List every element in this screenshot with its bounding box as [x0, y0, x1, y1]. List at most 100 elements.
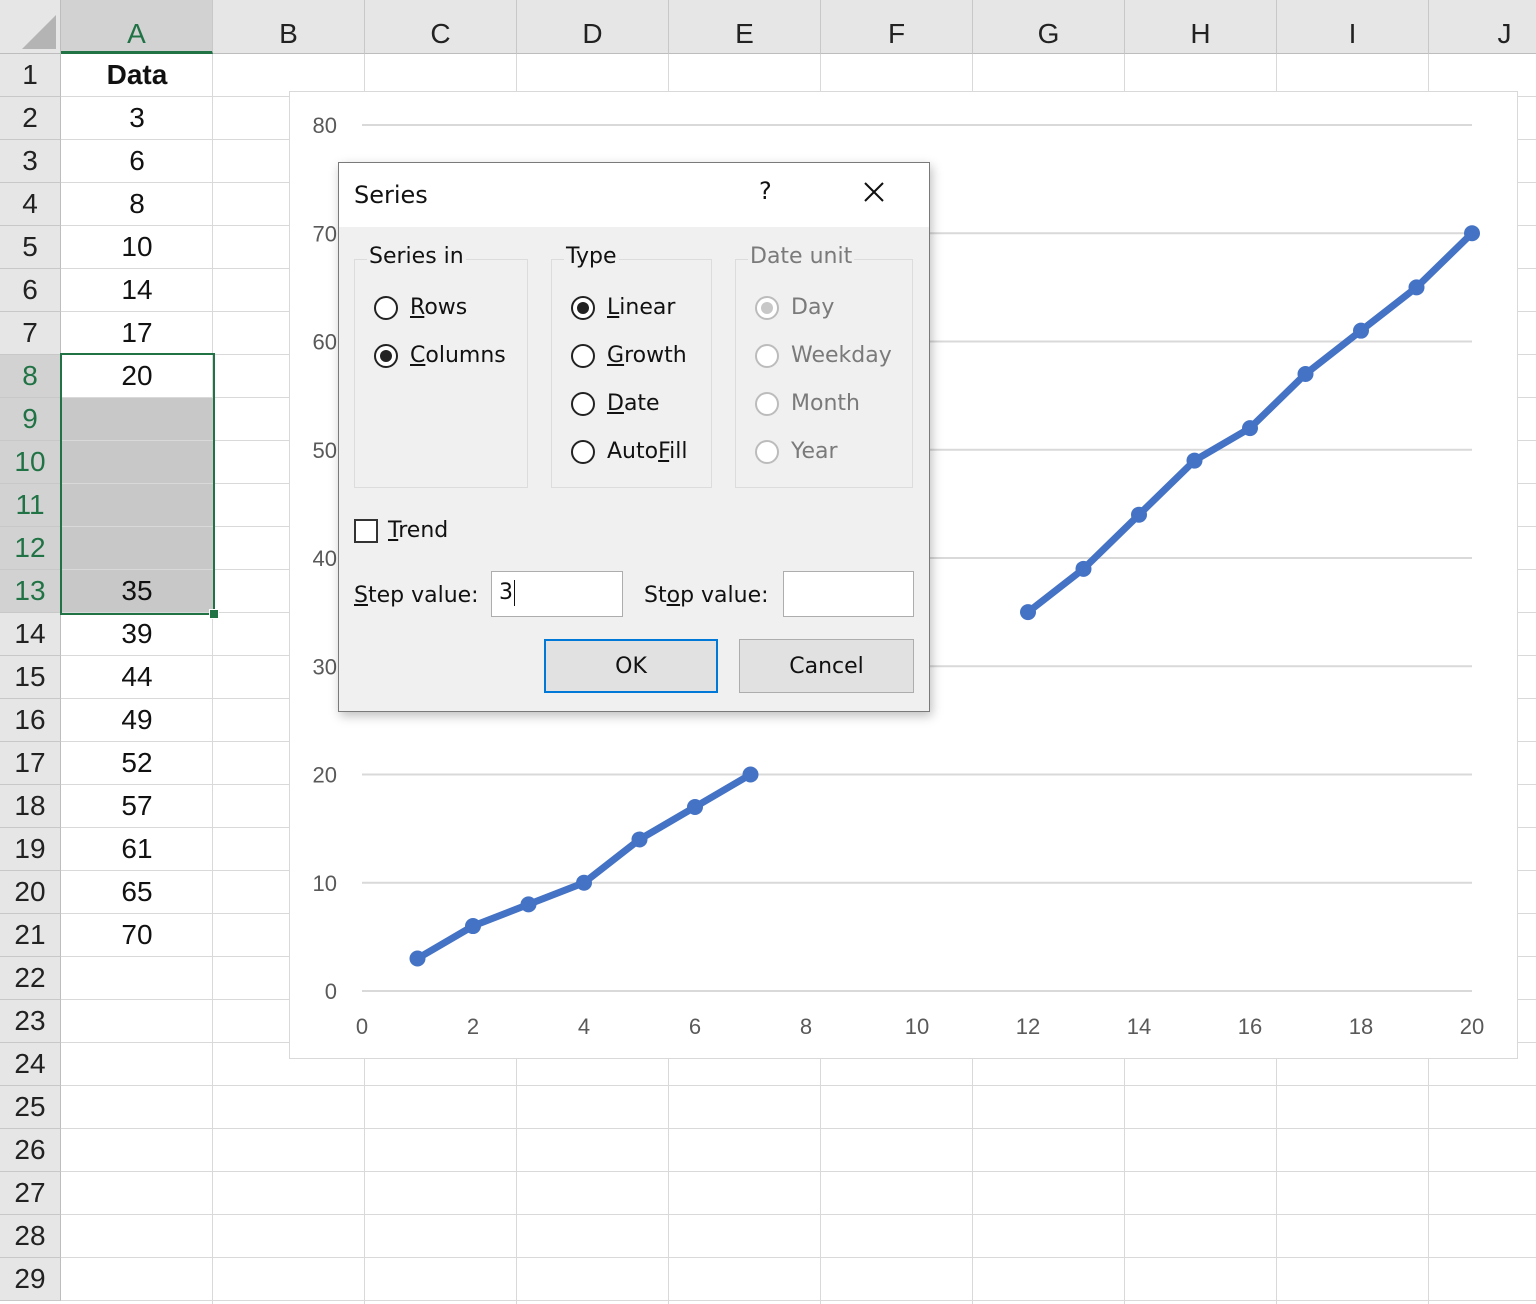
- cell-a2[interactable]: 3: [61, 97, 213, 139]
- type-label: Type: [564, 244, 619, 269]
- row-header-7[interactable]: 7: [0, 312, 61, 355]
- radio-circle: [571, 391, 595, 416]
- cell-a1[interactable]: Data: [61, 54, 213, 96]
- trend-checkbox[interactable]: Trend: [354, 518, 448, 543]
- row-header-10[interactable]: 10: [0, 441, 61, 484]
- data-point: [1353, 322, 1369, 339]
- type-radio-autofill[interactable]: AutoFill: [571, 439, 688, 464]
- cell-a24[interactable]: [61, 1043, 213, 1085]
- row-header-13[interactable]: 13: [0, 570, 61, 613]
- data-point: [520, 896, 537, 913]
- row-header-11[interactable]: 11: [0, 484, 61, 527]
- row-header-2[interactable]: 2: [0, 97, 61, 140]
- radio-label: Month: [791, 391, 860, 416]
- row-header-16[interactable]: 16: [0, 699, 61, 742]
- row-header-15[interactable]: 15: [0, 656, 61, 699]
- cell-a27[interactable]: [61, 1172, 213, 1214]
- column-header-g[interactable]: G: [973, 0, 1125, 54]
- cell-a10[interactable]: [61, 441, 213, 483]
- cancel-button[interactable]: Cancel: [739, 639, 914, 693]
- cell-a6[interactable]: 14: [61, 269, 213, 311]
- row-header-12[interactable]: 12: [0, 527, 61, 570]
- step-value-input[interactable]: 3: [491, 571, 623, 617]
- trend-label: Trend: [388, 518, 449, 543]
- stop-value-input[interactable]: [783, 571, 914, 617]
- cell-a16[interactable]: 49: [61, 699, 213, 741]
- radio-circle: [755, 391, 779, 416]
- row-header-4[interactable]: 4: [0, 183, 61, 226]
- row-header-25[interactable]: 25: [0, 1086, 61, 1129]
- row-header-21[interactable]: 21: [0, 914, 61, 957]
- row-header-5[interactable]: 5: [0, 226, 61, 269]
- row-header-17[interactable]: 17: [0, 742, 61, 785]
- row-header-18[interactable]: 18: [0, 785, 61, 828]
- type-radio-linear[interactable]: Linear: [571, 295, 675, 320]
- cell-a21[interactable]: 70: [61, 914, 213, 956]
- row-header-8[interactable]: 8: [0, 355, 61, 398]
- cell-a5[interactable]: 10: [61, 226, 213, 268]
- select-all-button[interactable]: [0, 0, 61, 54]
- row-header-14[interactable]: 14: [0, 613, 61, 656]
- cell-a8[interactable]: 20: [61, 355, 213, 397]
- fill-handle[interactable]: [209, 609, 219, 619]
- column-header-j[interactable]: J: [1429, 0, 1536, 54]
- cell-a11[interactable]: [61, 484, 213, 526]
- row-header-9[interactable]: 9: [0, 398, 61, 441]
- cell-a20[interactable]: 65: [61, 871, 213, 913]
- data-point: [465, 918, 481, 935]
- radio-circle: [571, 343, 595, 368]
- cell-a28[interactable]: [61, 1215, 213, 1257]
- cell-a9[interactable]: [61, 398, 213, 440]
- series-in-radio-columns[interactable]: Columns: [374, 343, 506, 368]
- type-radio-date[interactable]: Date: [571, 391, 660, 416]
- cell-a22[interactable]: [61, 957, 213, 999]
- cell-a13[interactable]: 35: [61, 570, 213, 612]
- x-tick-label: 0: [356, 1014, 368, 1039]
- row-header-1[interactable]: 1: [0, 54, 61, 97]
- column-header-h[interactable]: H: [1125, 0, 1277, 54]
- help-button[interactable]: ?: [759, 177, 772, 205]
- cell-a23[interactable]: [61, 1000, 213, 1042]
- row-header-22[interactable]: 22: [0, 957, 61, 1000]
- cell-a12[interactable]: [61, 527, 213, 569]
- row-header-24[interactable]: 24: [0, 1043, 61, 1086]
- row-header-23[interactable]: 23: [0, 1000, 61, 1043]
- cell-a15[interactable]: 44: [61, 656, 213, 698]
- row-header-6[interactable]: 6: [0, 269, 61, 312]
- series-in-radio-rows[interactable]: Rows: [374, 295, 467, 320]
- data-point: [576, 874, 592, 891]
- cell-a14[interactable]: 39: [61, 613, 213, 655]
- cell-a7[interactable]: 17: [61, 312, 213, 354]
- cell-a17[interactable]: 52: [61, 742, 213, 784]
- column-header-a[interactable]: A: [61, 0, 213, 54]
- cell-a26[interactable]: [61, 1129, 213, 1171]
- x-tick-label: 18: [1349, 1014, 1373, 1039]
- close-button[interactable]: [859, 177, 889, 207]
- cell-a18[interactable]: 57: [61, 785, 213, 827]
- cell-a25[interactable]: [61, 1086, 213, 1128]
- dialog-title-bar[interactable]: Series ?: [339, 163, 929, 227]
- column-header-f[interactable]: F: [821, 0, 973, 54]
- row-header-28[interactable]: 28: [0, 1215, 61, 1258]
- row-header-20[interactable]: 20: [0, 871, 61, 914]
- column-header-b[interactable]: B: [213, 0, 365, 54]
- row-header-27[interactable]: 27: [0, 1172, 61, 1215]
- column-header-c[interactable]: C: [365, 0, 517, 54]
- y-tick-label: 30: [313, 654, 337, 679]
- column-header-d[interactable]: D: [517, 0, 669, 54]
- radio-label: Growth: [607, 343, 687, 368]
- type-radio-growth[interactable]: Growth: [571, 343, 687, 368]
- cell-a29[interactable]: [61, 1258, 213, 1300]
- data-point: [1075, 560, 1092, 577]
- cell-a19[interactable]: 61: [61, 828, 213, 870]
- column-header-e[interactable]: E: [669, 0, 821, 54]
- row-header-26[interactable]: 26: [0, 1129, 61, 1172]
- cell-a4[interactable]: 8: [61, 183, 213, 225]
- ok-button[interactable]: OK: [544, 639, 718, 693]
- column-header-i[interactable]: I: [1277, 0, 1429, 54]
- cell-a3[interactable]: 6: [61, 140, 213, 182]
- y-tick-label: 20: [313, 763, 337, 788]
- row-header-3[interactable]: 3: [0, 140, 61, 183]
- row-header-29[interactable]: 29: [0, 1258, 61, 1301]
- row-header-19[interactable]: 19: [0, 828, 61, 871]
